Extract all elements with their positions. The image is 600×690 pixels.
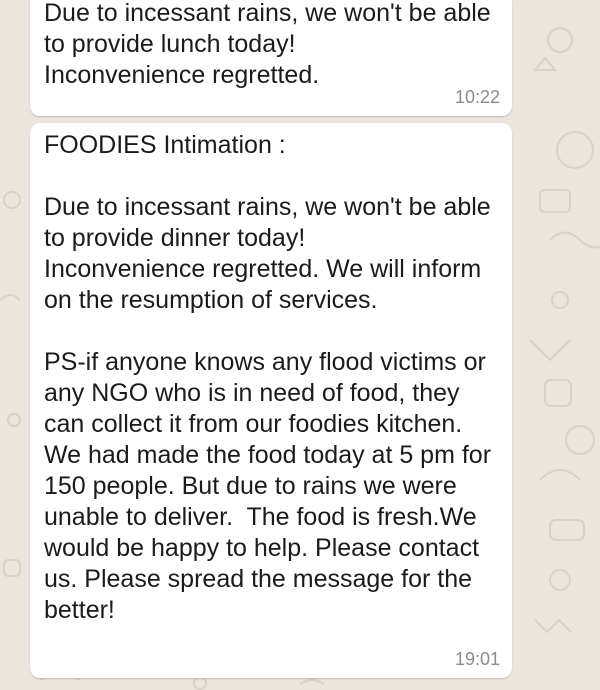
message-timestamp: 19:01 xyxy=(454,649,500,669)
message-text: Due to incessant rains, we won't be able… xyxy=(44,0,491,89)
message-timestamp: 10:22 xyxy=(454,87,500,107)
chat-view[interactable]: Due to incessant rains, we won't be able… xyxy=(0,0,600,690)
message-text: FOODIES Intimation : Due to incessant ra… xyxy=(44,131,492,624)
message-bubble[interactable]: FOODIES Intimation : Due to incessant ra… xyxy=(30,123,512,678)
message-bubble[interactable]: Due to incessant rains, we won't be able… xyxy=(30,0,512,116)
